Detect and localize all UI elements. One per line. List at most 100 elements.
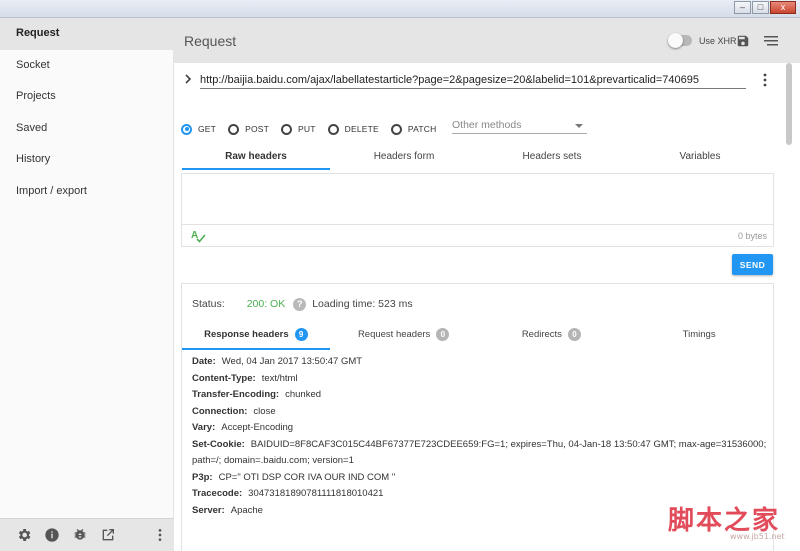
scrollbar[interactable] — [786, 63, 792, 543]
method-get-radio[interactable]: GET — [181, 123, 216, 135]
header-row: Vary: Accept-Encoding — [192, 420, 767, 437]
spellcheck-icon[interactable]: A — [191, 229, 206, 243]
tab-response-headers[interactable]: Response headers 9 — [182, 324, 330, 350]
radio-label: PUT — [298, 124, 316, 134]
window-titlebar: – □ x — [0, 0, 800, 18]
count-badge: 0 — [567, 328, 581, 341]
method-post-radio[interactable]: POST — [228, 123, 270, 135]
tab-label: Request headers — [357, 329, 431, 340]
header-row: P3p: CP=" OTI DSP COR IVA OUR IND COM " — [192, 470, 767, 487]
request-panel: GET POST PUT DELETE PATCH Other methods … — [174, 63, 800, 551]
sidebar-item-projects[interactable]: Projects — [0, 81, 173, 113]
header-row: Date: Wed, 04 Jan 2017 13:50:47 GMT — [192, 354, 767, 371]
sidebar-item-history[interactable]: History — [0, 144, 173, 176]
use-xhr-toggle[interactable] — [668, 33, 692, 48]
method-patch-radio[interactable]: PATCH — [390, 123, 437, 135]
info-icon[interactable] — [44, 527, 60, 543]
sidebar-item-socket[interactable]: Socket — [0, 50, 173, 82]
window-controls: – □ x — [734, 1, 796, 14]
tab-headers-sets[interactable]: Headers sets — [478, 147, 626, 174]
radio-circle — [181, 123, 192, 135]
radio-label: POST — [245, 124, 270, 134]
header-value: Apache — [230, 504, 263, 516]
header-name: Set-Cookie: — [192, 438, 245, 450]
header-value: text/html — [261, 372, 298, 384]
count-badge: 0 — [436, 328, 450, 341]
sidebar-footer — [0, 518, 174, 551]
header-value: chunked — [285, 389, 322, 400]
page-title: Request — [184, 33, 237, 49]
send-button[interactable]: SEND — [732, 254, 773, 275]
header-value: 30473181890781111818010421 — [248, 488, 384, 499]
menu-lines-icon[interactable] — [764, 36, 778, 46]
maximize-button[interactable]: □ — [752, 1, 769, 14]
chevron-right-icon[interactable] — [183, 74, 193, 84]
url-more-vert-icon[interactable] — [762, 73, 768, 87]
tab-redirects[interactable]: Redirects 0 — [478, 324, 626, 350]
header-name: Connection: — [192, 405, 248, 417]
status-label: Status: — [192, 298, 225, 310]
other-methods-dropdown[interactable]: Other methods — [452, 117, 587, 134]
header-value: BAIDUID=8F8CAF3C015C44BF67377E723CDEE659… — [192, 438, 767, 467]
watermark: 脚本之家 www.jb51.net — [662, 500, 790, 544]
radio-label: PATCH — [407, 124, 437, 134]
sidebar-item-request[interactable]: Request — [0, 18, 173, 50]
header-value: CP=" OTI DSP COR IVA OUR IND COM " — [218, 471, 396, 483]
save-icon[interactable] — [736, 34, 750, 48]
headers-textarea[interactable] — [182, 174, 773, 225]
open-external-icon[interactable] — [100, 527, 116, 543]
tab-variables[interactable]: Variables — [626, 147, 774, 174]
header-row: Content-Type: text/html — [192, 371, 767, 388]
bug-icon[interactable] — [72, 527, 88, 543]
response-headers-list: Date: Wed, 04 Jan 2017 13:50:47 GMT Conte… — [192, 354, 767, 519]
tab-label: Redirects — [521, 329, 562, 340]
watermark-url: www.jb51.net — [730, 532, 785, 541]
header-row: Connection: close — [192, 404, 767, 421]
raw-headers-editor: A 0 bytes — [181, 173, 774, 247]
header-name: Tracecode: — [192, 488, 243, 499]
header-row: Set-Cookie: BAIDUID=8F8CAF3C015C44BF67377… — [192, 437, 767, 470]
header-name: P3p: — [192, 471, 213, 483]
header-row: Transfer-Encoding: chunked — [192, 387, 767, 404]
header-value: Accept-Encoding — [221, 422, 294, 433]
count-badge: 9 — [294, 328, 308, 341]
radio-circle — [228, 123, 240, 135]
minimize-button[interactable]: – — [734, 1, 751, 14]
radio-circle — [327, 123, 339, 135]
loading-time: Loading time: 523 ms — [312, 298, 413, 310]
header-name: Content-Type: — [192, 372, 256, 384]
more-vert-icon[interactable] — [152, 527, 168, 543]
sidebar: Request Socket Projects Saved History Im… — [0, 18, 174, 551]
status-value: 200: OK — [246, 298, 286, 310]
sidebar-item-saved[interactable]: Saved — [0, 113, 173, 145]
header-name: Date: — [192, 356, 216, 367]
app-header: Request Use XHR — [174, 18, 800, 63]
header-name: Server: — [192, 504, 225, 516]
radio-circle — [390, 123, 402, 135]
radio-circle — [281, 123, 293, 135]
radio-label: DELETE — [344, 124, 379, 134]
help-icon[interactable]: ? — [293, 297, 307, 311]
method-delete-radio[interactable]: DELETE — [327, 123, 379, 135]
tab-request-headers[interactable]: Request headers 0 — [330, 324, 478, 350]
method-radio-group: GET POST PUT DELETE PATCH — [181, 121, 448, 137]
headers-size: 0 bytes — [737, 231, 767, 241]
header-value: Wed, 04 Jan 2017 13:50:47 GMT — [221, 356, 363, 367]
dropdown-caret-icon — [575, 124, 583, 128]
method-put-radio[interactable]: PUT — [281, 123, 316, 135]
tab-timings[interactable]: Timings — [625, 324, 773, 350]
response-tabs: Response headers 9 Request headers 0 Redir… — [182, 324, 773, 350]
url-input[interactable] — [200, 71, 746, 89]
gear-icon[interactable] — [16, 527, 32, 543]
tab-label: Response headers — [204, 329, 289, 340]
close-button[interactable]: x — [770, 1, 796, 14]
tab-raw-headers[interactable]: Raw headers — [182, 147, 330, 174]
tab-headers-form[interactable]: Headers form — [330, 147, 478, 174]
scroll-thumb[interactable] — [786, 63, 792, 145]
sidebar-item-import-export[interactable]: Import / export — [0, 176, 173, 208]
status-row: Status: 200: OK ? Loading time: 523 ms — [192, 296, 413, 312]
tab-label: Timings — [682, 329, 716, 340]
other-methods-placeholder: Other methods — [452, 119, 522, 131]
request-tabs: Raw headers Headers form Headers sets Va… — [182, 147, 774, 174]
header-value: close — [253, 405, 276, 417]
